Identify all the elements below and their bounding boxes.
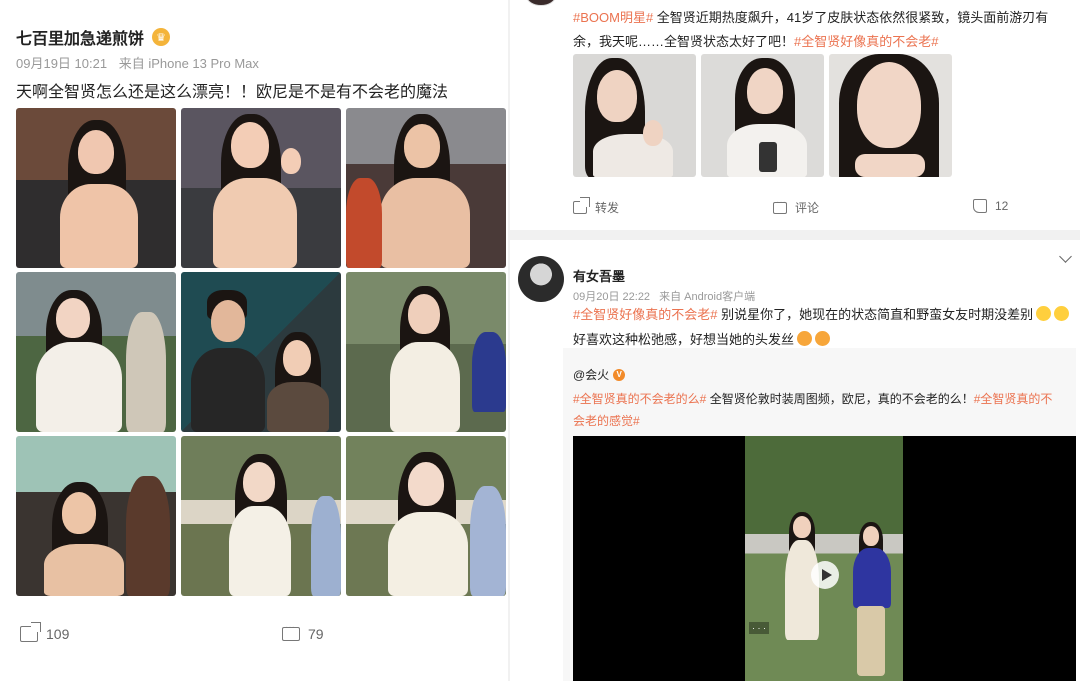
comment-label: 评论	[795, 201, 820, 215]
share-count: 109	[46, 626, 70, 642]
like-button[interactable]: 12	[973, 199, 1008, 213]
like-count: 12	[995, 199, 1009, 213]
hashtag-link[interactable]: #全智贤好像真的不会老#	[794, 34, 938, 49]
video-player[interactable]: · · ·	[573, 436, 1076, 681]
video-caption-overlay: · · ·	[749, 622, 769, 634]
post-date[interactable]: 09月19日 10:21	[16, 56, 107, 71]
comment-count: 79	[308, 626, 324, 642]
chevron-down-icon[interactable]	[1059, 250, 1072, 263]
hashtag-link[interactable]: #全智贤好像真的不会老#	[573, 307, 717, 322]
repost-username[interactable]: @会火	[573, 366, 609, 383]
share-icon	[20, 622, 41, 642]
heart-eyes-emoji-icon	[815, 331, 831, 346]
photo-7[interactable]	[16, 436, 176, 596]
photo-1[interactable]	[573, 54, 696, 177]
crown-badge-icon: ♛	[152, 28, 171, 46]
photo-2[interactable]	[701, 54, 824, 177]
thumbs-up-icon	[973, 199, 987, 213]
avatar[interactable]	[526, 0, 556, 6]
photo-6[interactable]	[346, 272, 506, 432]
post-author[interactable]: 七百里加急递煎饼 ♛	[16, 25, 171, 49]
verified-badge-icon: V	[613, 368, 626, 381]
photo-3[interactable]	[829, 54, 952, 177]
share-button[interactable]: 109	[20, 622, 70, 642]
photo-row	[573, 54, 952, 177]
comment-button[interactable]: 评论	[773, 197, 820, 216]
heart-eyes-emoji-icon	[797, 331, 813, 346]
hashtag-link[interactable]: #BOOM明星#	[573, 10, 653, 25]
post-text-body-2: 好喜欢这种松弛感，好想当她的头发丝	[573, 332, 795, 347]
repost-text-body: 全智贤伦敦时装周图频，欧尼，真的不会老的么！	[706, 392, 974, 406]
photo-4[interactable]	[16, 272, 176, 432]
video-frame: · · ·	[745, 436, 903, 681]
share-icon	[573, 197, 590, 214]
reposted-content: @会火 V #全智贤真的不会老的么# 全智贤伦敦时装周图频，欧尼，真的不会老的么…	[563, 348, 1076, 681]
photo-grid	[16, 108, 506, 596]
share-label: 转发	[595, 201, 620, 215]
post-meta: 09月19日 10:21 来自 iPhone 13 Pro Max	[16, 53, 259, 72]
photo-8[interactable]	[181, 436, 341, 596]
photo-1[interactable]	[16, 108, 176, 268]
post-text: #BOOM明星# 全智贤近期热度飙升，41岁了皮肤状态依然很紧致，镜头面前游刃有…	[573, 6, 1073, 54]
left-post: 七百里加急递煎饼 ♛ 09月19日 10:21 来自 iPhone 13 Pro…	[0, 0, 508, 681]
post-text-body: 别说星你了，她现在的状态简直和野蛮女友时期没差别	[717, 307, 1034, 322]
avatar[interactable]	[518, 256, 564, 302]
repost-author[interactable]: @会火 V	[573, 366, 626, 383]
username[interactable]: 七百里加急递煎饼	[16, 25, 144, 49]
right-bottom-post: 有女吾墨 09月20日 22:22 来自 Android客户端 #全智贤好像真的…	[510, 240, 1080, 681]
post-source: 来自 iPhone 13 Pro Max	[118, 56, 259, 71]
repost-text: #全智贤真的不会老的么# 全智贤伦敦时装周图频，欧尼，真的不会老的么！#全智贤真…	[573, 388, 1063, 432]
photo-5[interactable]	[181, 272, 341, 432]
comment-button[interactable]: 79	[282, 622, 324, 642]
crying-emoji-icon	[1054, 306, 1070, 321]
right-top-post: #BOOM明星# 全智贤近期热度飙升，41岁了皮肤状态依然很紧致，镜头面前游刃有…	[510, 0, 1080, 230]
crying-emoji-icon	[1036, 306, 1052, 321]
hashtag-link[interactable]: #全智贤真的不会老的么#	[573, 392, 706, 406]
photo-2[interactable]	[181, 108, 341, 268]
comment-icon	[282, 622, 300, 641]
post-text: 天啊全智贤怎么还是这么漂亮！！欧尼是不是有不会老的魔法	[16, 84, 449, 101]
comment-icon	[773, 197, 787, 214]
post-text: #全智贤好像真的不会老# 别说星你了，她现在的状态简直和野蛮女友时期没差别 好喜…	[573, 302, 1073, 352]
share-button[interactable]: 转发	[573, 197, 620, 216]
photo-9[interactable]	[346, 436, 506, 596]
photo-3[interactable]	[346, 108, 506, 268]
play-icon[interactable]	[811, 561, 839, 589]
username[interactable]: 有女吾墨	[573, 266, 625, 285]
